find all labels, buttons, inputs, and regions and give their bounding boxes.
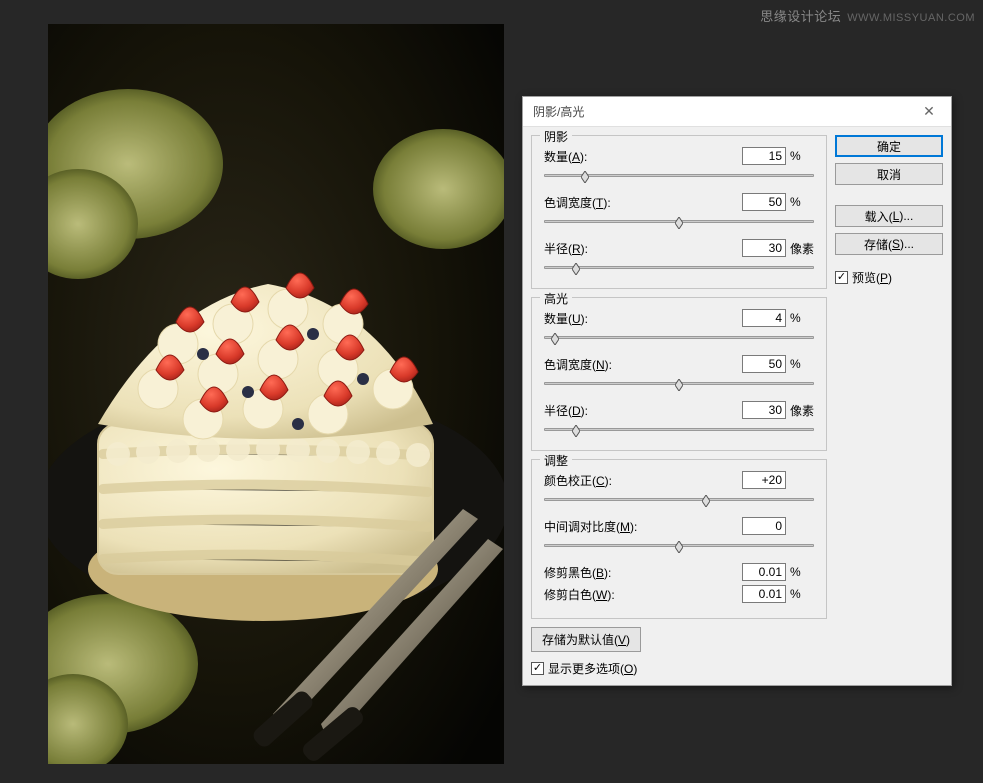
close-icon[interactable]: ✕ — [917, 100, 941, 124]
preview-checkbox[interactable]: ✓ — [835, 271, 848, 284]
highlights-radius-input[interactable] — [742, 401, 786, 419]
shadows-radius-slider[interactable] — [544, 260, 814, 276]
show-more-label: 显示更多选项(O) — [548, 660, 637, 677]
group-shadows-legend: 阴影 — [540, 128, 572, 145]
adjust-clipwhite-input[interactable] — [742, 585, 786, 603]
dialog-title: 阴影/高光 — [533, 103, 917, 120]
highlights-tone-slider[interactable] — [544, 376, 814, 392]
group-adjust-legend: 调整 — [540, 452, 572, 469]
shadows-tone-input[interactable] — [742, 193, 786, 211]
highlights-tone-unit: % — [786, 357, 814, 371]
preview-label: 预览(P) — [852, 269, 892, 286]
adjust-clipwhite-unit: % — [786, 587, 814, 601]
highlights-tone-label: 色调宽度(N): — [544, 356, 742, 373]
shadows-radius-input[interactable] — [742, 239, 786, 257]
group-highlights: 高光 数量(U): % 色调宽度(N): % 半径(D): 像素 — [531, 297, 827, 451]
shadows-amount-unit: % — [786, 149, 814, 163]
shadows-radius-unit: 像素 — [786, 240, 814, 257]
adjust-clipblack-input[interactable] — [742, 563, 786, 581]
canvas-photo — [48, 24, 504, 764]
store-button[interactable]: 存储(S)... — [835, 233, 943, 255]
adjust-clipwhite-label: 修剪白色(W): — [544, 586, 742, 603]
highlights-tone-input[interactable] — [742, 355, 786, 373]
save-defaults-button[interactable]: 存储为默认值(V) — [531, 627, 641, 652]
adjust-midtone-label: 中间调对比度(M): — [544, 518, 742, 535]
shadows-amount-slider[interactable] — [544, 168, 814, 184]
shadows-tone-slider[interactable] — [544, 214, 814, 230]
highlights-radius-label: 半径(D): — [544, 402, 742, 419]
shadows-amount-label: 数量(A): — [544, 148, 742, 165]
highlights-amount-slider[interactable] — [544, 330, 814, 346]
adjust-color-label: 颜色校正(C): — [544, 472, 742, 489]
group-highlights-legend: 高光 — [540, 290, 572, 307]
highlights-amount-input[interactable] — [742, 309, 786, 327]
group-adjust: 调整 颜色校正(C): 中间调对比度(M): 修剪黑色(B): % — [531, 459, 827, 619]
adjust-color-slider[interactable] — [544, 492, 814, 508]
load-button[interactable]: 载入(L)... — [835, 205, 943, 227]
adjust-clipblack-label: 修剪黑色(B): — [544, 564, 742, 581]
watermark: 思缘设计论坛WWW.MISSYUAN.COM — [760, 6, 975, 25]
adjust-color-input[interactable] — [742, 471, 786, 489]
shadows-radius-label: 半径(R): — [544, 240, 742, 257]
highlights-amount-label: 数量(U): — [544, 310, 742, 327]
highlights-amount-unit: % — [786, 311, 814, 325]
ok-button[interactable]: 确定 — [835, 135, 943, 157]
cancel-button[interactable]: 取消 — [835, 163, 943, 185]
highlights-radius-unit: 像素 — [786, 402, 814, 419]
shadows-tone-label: 色调宽度(T): — [544, 194, 742, 211]
dialog-titlebar[interactable]: 阴影/高光 ✕ — [523, 97, 951, 127]
highlights-radius-slider[interactable] — [544, 422, 814, 438]
adjust-midtone-slider[interactable] — [544, 538, 814, 554]
adjust-clipblack-unit: % — [786, 565, 814, 579]
shadows-highlights-dialog: 阴影/高光 ✕ 阴影 数量(A): % 色调宽度(T): % — [522, 96, 952, 686]
show-more-checkbox[interactable]: ✓ — [531, 662, 544, 675]
adjust-midtone-input[interactable] — [742, 517, 786, 535]
shadows-amount-input[interactable] — [742, 147, 786, 165]
shadows-tone-unit: % — [786, 195, 814, 209]
group-shadows: 阴影 数量(A): % 色调宽度(T): % 半径(R): 像素 — [531, 135, 827, 289]
